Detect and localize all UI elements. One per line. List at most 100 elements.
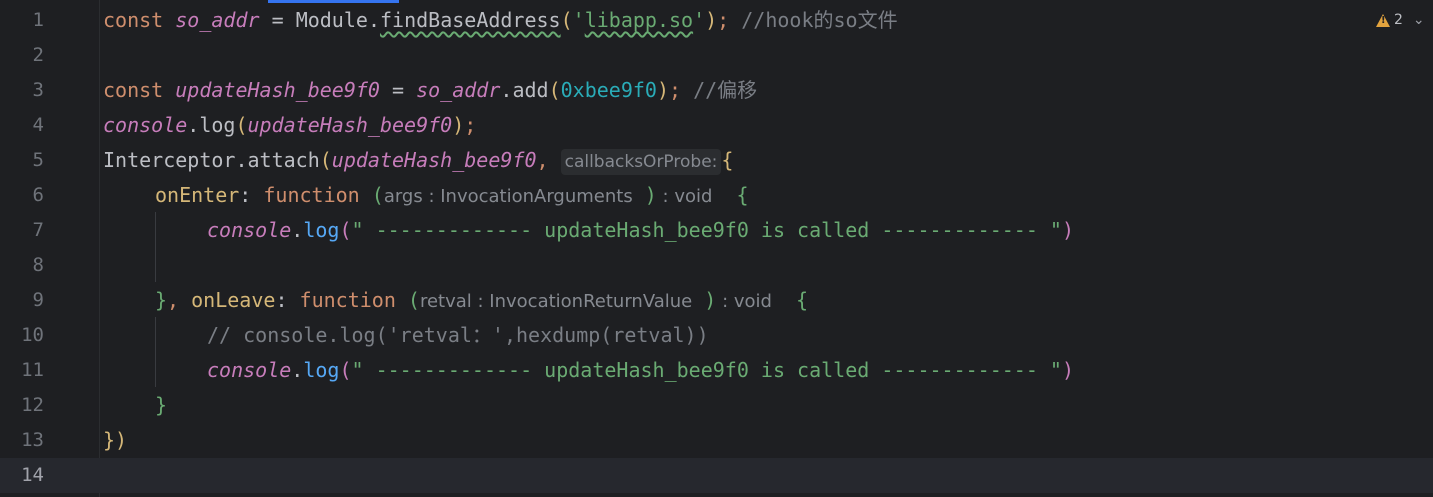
code-line[interactable]: 2 [0, 38, 1433, 73]
return-separator: : [716, 291, 734, 312]
string-literal: " ------------- updateHash_bee9f0 is cal… [351, 218, 1062, 242]
code-line[interactable]: 8 [0, 248, 1433, 283]
method-name: findBaseAddress [379, 8, 561, 32]
line-number: 6 [32, 184, 44, 206]
code-line[interactable]: 5 Interceptor.attach(updateHash_bee9f0, … [0, 143, 1433, 178]
punctuation: . [291, 358, 304, 382]
punctuation: . [367, 8, 380, 32]
line-number: 12 [21, 394, 44, 416]
line-number: 3 [32, 79, 44, 101]
brace: { [736, 183, 749, 207]
colon: : [239, 183, 264, 207]
code-line[interactable]: 10 // console.log('retval：',hexdump(retv… [0, 318, 1433, 353]
code-line[interactable]: 11 console.log(" ------------- updateHas… [0, 353, 1433, 388]
paren: ( [560, 8, 573, 32]
comma: , [536, 148, 561, 172]
brace: } [155, 288, 168, 312]
identifier: console [103, 113, 188, 137]
paren: ( [548, 78, 561, 102]
paren: ( [339, 218, 352, 242]
string-literal: " ------------- updateHash_bee9f0 is cal… [351, 358, 1062, 382]
code-editor[interactable]: 2 ⌄ 1 const so_addr = Module.findBaseAdd… [0, 0, 1433, 497]
line-number: 10 [21, 324, 44, 346]
line-number: 1 [32, 9, 44, 31]
comment: //偏移 [693, 78, 758, 102]
code-line[interactable]: 12 } [0, 388, 1433, 423]
line-number: 2 [32, 44, 44, 66]
identifier: console [207, 218, 292, 242]
parameter-hint: callbacksOrProbe: [560, 148, 722, 175]
line-number: 14 [21, 464, 44, 486]
code-line[interactable]: 9 }, onLeave: function (retval : Invocat… [0, 283, 1433, 318]
type-hint: InvocationArguments [440, 186, 633, 207]
method-name: log [199, 113, 236, 137]
semicolon: ; [668, 78, 694, 102]
paren: ) [1061, 218, 1074, 242]
type-separator: : [471, 291, 490, 312]
paren: ) [656, 78, 669, 102]
line-number: 7 [32, 219, 44, 241]
brace: { [796, 288, 809, 312]
identifier: Module [295, 8, 368, 32]
code-line-current[interactable]: 14 [0, 458, 1433, 493]
string-literal: libapp.so [584, 8, 694, 32]
identifier: updateHash_bee9f0 [331, 148, 537, 172]
line-number: 9 [32, 289, 44, 311]
identifier: updateHash_bee9f0 [247, 113, 453, 137]
type-hint: InvocationReturnValue [489, 291, 693, 312]
paren: ) [704, 288, 717, 312]
property-name: onEnter [155, 183, 240, 207]
code-line[interactable]: 6 onEnter: function (args : InvocationAr… [0, 178, 1433, 213]
comment: // console.log('retval：',hexdump(retval)… [207, 323, 709, 347]
string-quote: ' [572, 8, 585, 32]
code-line[interactable]: 1 const so_addr = Module.findBaseAddress… [0, 3, 1433, 38]
line-number: 13 [21, 429, 44, 451]
colon: : [275, 288, 300, 312]
keyword: function [299, 288, 396, 312]
identifier: so_addr [416, 78, 501, 102]
comment: //hook的so文件 [741, 8, 898, 32]
return-separator: : [656, 186, 675, 207]
return-type-hint: void [733, 291, 772, 312]
code-line[interactable]: 3 const updateHash_bee9f0 = so_addr.add(… [0, 73, 1433, 108]
parameter-name: retval [419, 291, 472, 312]
type-separator: : [422, 186, 441, 207]
string-quote: ' [693, 8, 706, 32]
punctuation: . [235, 148, 248, 172]
keyword: const [103, 8, 164, 32]
line-number: 11 [21, 359, 44, 381]
punctuation: . [291, 218, 304, 242]
keyword: function [263, 183, 360, 207]
identifier: console [207, 358, 292, 382]
paren: ( [339, 358, 352, 382]
punctuation: . [187, 113, 200, 137]
operator: = [379, 78, 417, 102]
brace: }) [103, 428, 128, 452]
number-literal: 0xbee9f0 [560, 78, 657, 102]
paren: ) [705, 8, 718, 32]
brace: { [721, 148, 734, 172]
brace: } [155, 393, 168, 417]
paren: ) [452, 113, 465, 137]
property-name: onLeave [191, 288, 276, 312]
paren: ) [1061, 358, 1074, 382]
semicolon: ; [717, 8, 742, 32]
paren: ) [644, 183, 657, 207]
paren: ( [371, 183, 384, 207]
identifier: updateHash_bee9f0 [175, 78, 380, 102]
code-line[interactable]: 13 }) [0, 423, 1433, 458]
method-name: add [512, 78, 549, 102]
return-type-hint: void [674, 186, 713, 207]
identifier: so_addr [175, 8, 260, 32]
paren: ( [319, 148, 332, 172]
paren: ( [407, 288, 420, 312]
method-name: attach [247, 148, 320, 172]
line-number: 8 [32, 254, 44, 276]
method-name: log [303, 218, 340, 242]
identifier: Interceptor [103, 148, 236, 172]
code-line[interactable]: 4 console.log(updateHash_bee9f0); [0, 108, 1433, 143]
semicolon: ; [464, 113, 477, 137]
line-number: 4 [32, 114, 44, 136]
parameter-name: args [383, 186, 423, 207]
code-line[interactable]: 7 console.log(" ------------- updateHash… [0, 213, 1433, 248]
